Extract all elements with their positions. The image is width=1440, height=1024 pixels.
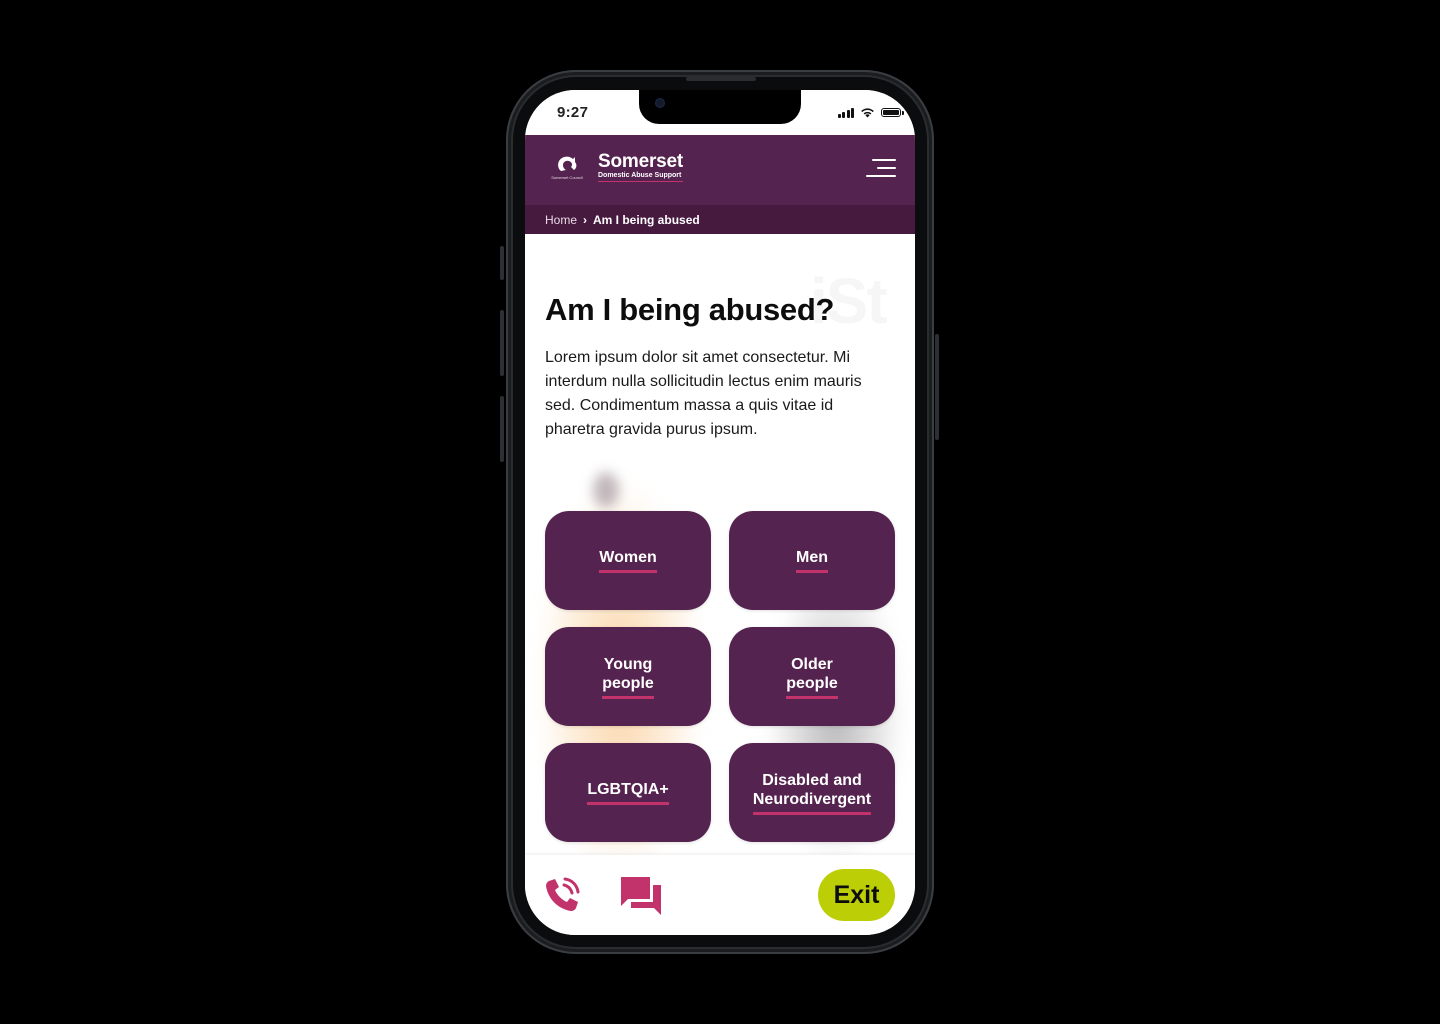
breadcrumb: Home › Am I being abused [525,205,915,234]
tile-label-line: Men [796,549,828,566]
tile-label-line: Young [603,655,653,673]
background-photo-head [593,472,619,508]
page-title: Am I being abused? [545,292,835,327]
hamburger-line [877,167,896,169]
wyvern-logo-icon [558,156,577,171]
brand-name: Somerset [598,151,683,172]
hamburger-line [866,175,896,177]
volume-up-button [500,310,504,376]
chat-button[interactable] [619,875,663,919]
battery-icon [881,108,904,117]
tile-young-people[interactable]: Young people [545,627,711,726]
tile-label: Older people [786,655,838,699]
breadcrumb-current: Am I being abused [593,212,700,227]
main-content: iSt Am I being abused? Lorem ipsum dolor… [525,234,915,855]
chevron-right-icon: › [583,212,588,227]
notch [639,90,801,124]
tile-label-line: people [786,674,838,692]
chat-bubbles-icon [621,877,661,915]
cellular-signal-icon [837,107,854,118]
brand[interactable]: Somerset Domestic Abuse Support [598,152,683,182]
brand-subtitle: Domestic Abuse Support [598,172,683,182]
hamburger-menu-icon [872,159,896,161]
intro-text: Lorem ipsum dolor sit amet consectetur. … [545,349,862,438]
tile-label-line: Older [791,655,833,673]
tile-label: Young people [602,655,654,699]
tile-older-people[interactable]: Older people [729,627,895,726]
tile-label: LGBTQIA+ [587,780,669,805]
power-button [935,334,939,440]
wifi-icon [861,108,874,118]
tile-label-line: Women [599,549,657,566]
tile-label: Disabled and Neurodivergent [752,771,872,815]
call-button[interactable] [543,875,583,915]
phone-screen: 9:27 Somerset Council Somerset Domestic … [525,90,915,935]
tile-label-line: people [602,674,654,692]
front-camera [655,98,665,108]
phone-speaker [686,77,756,81]
tile-label-line: LGBTQIA+ [587,781,669,798]
tile-label-line: Neurodivergent [752,790,872,808]
council-logo[interactable]: Somerset Council [551,153,583,185]
phone-call-icon [546,877,580,911]
exit-button[interactable]: Exit [818,869,895,921]
category-grid: Women Men Young people Older people LGBTQI… [545,511,895,842]
tile-lgbtqia[interactable]: LGBTQIA+ [545,743,711,842]
status-bar: 9:27 [525,90,915,135]
tile-label: Women [599,548,657,573]
status-icons [837,107,904,118]
volume-down-button [500,396,504,462]
status-time: 9:27 [557,104,589,121]
bottom-action-bar: Exit [525,855,915,935]
breadcrumb-home-link[interactable]: Home [545,213,577,227]
tile-men[interactable]: Men [729,511,895,610]
site-header: Somerset Council Somerset Domestic Abuse… [525,135,915,205]
silent-switch [500,246,504,280]
menu-button[interactable] [866,159,896,179]
tile-women[interactable]: Women [545,511,711,610]
tile-disabled-neurodivergent[interactable]: Disabled and Neurodivergent [729,743,895,842]
tile-label: Men [796,548,828,573]
council-label: Somerset Council [551,175,583,180]
tile-label-line: Disabled and [762,771,862,789]
